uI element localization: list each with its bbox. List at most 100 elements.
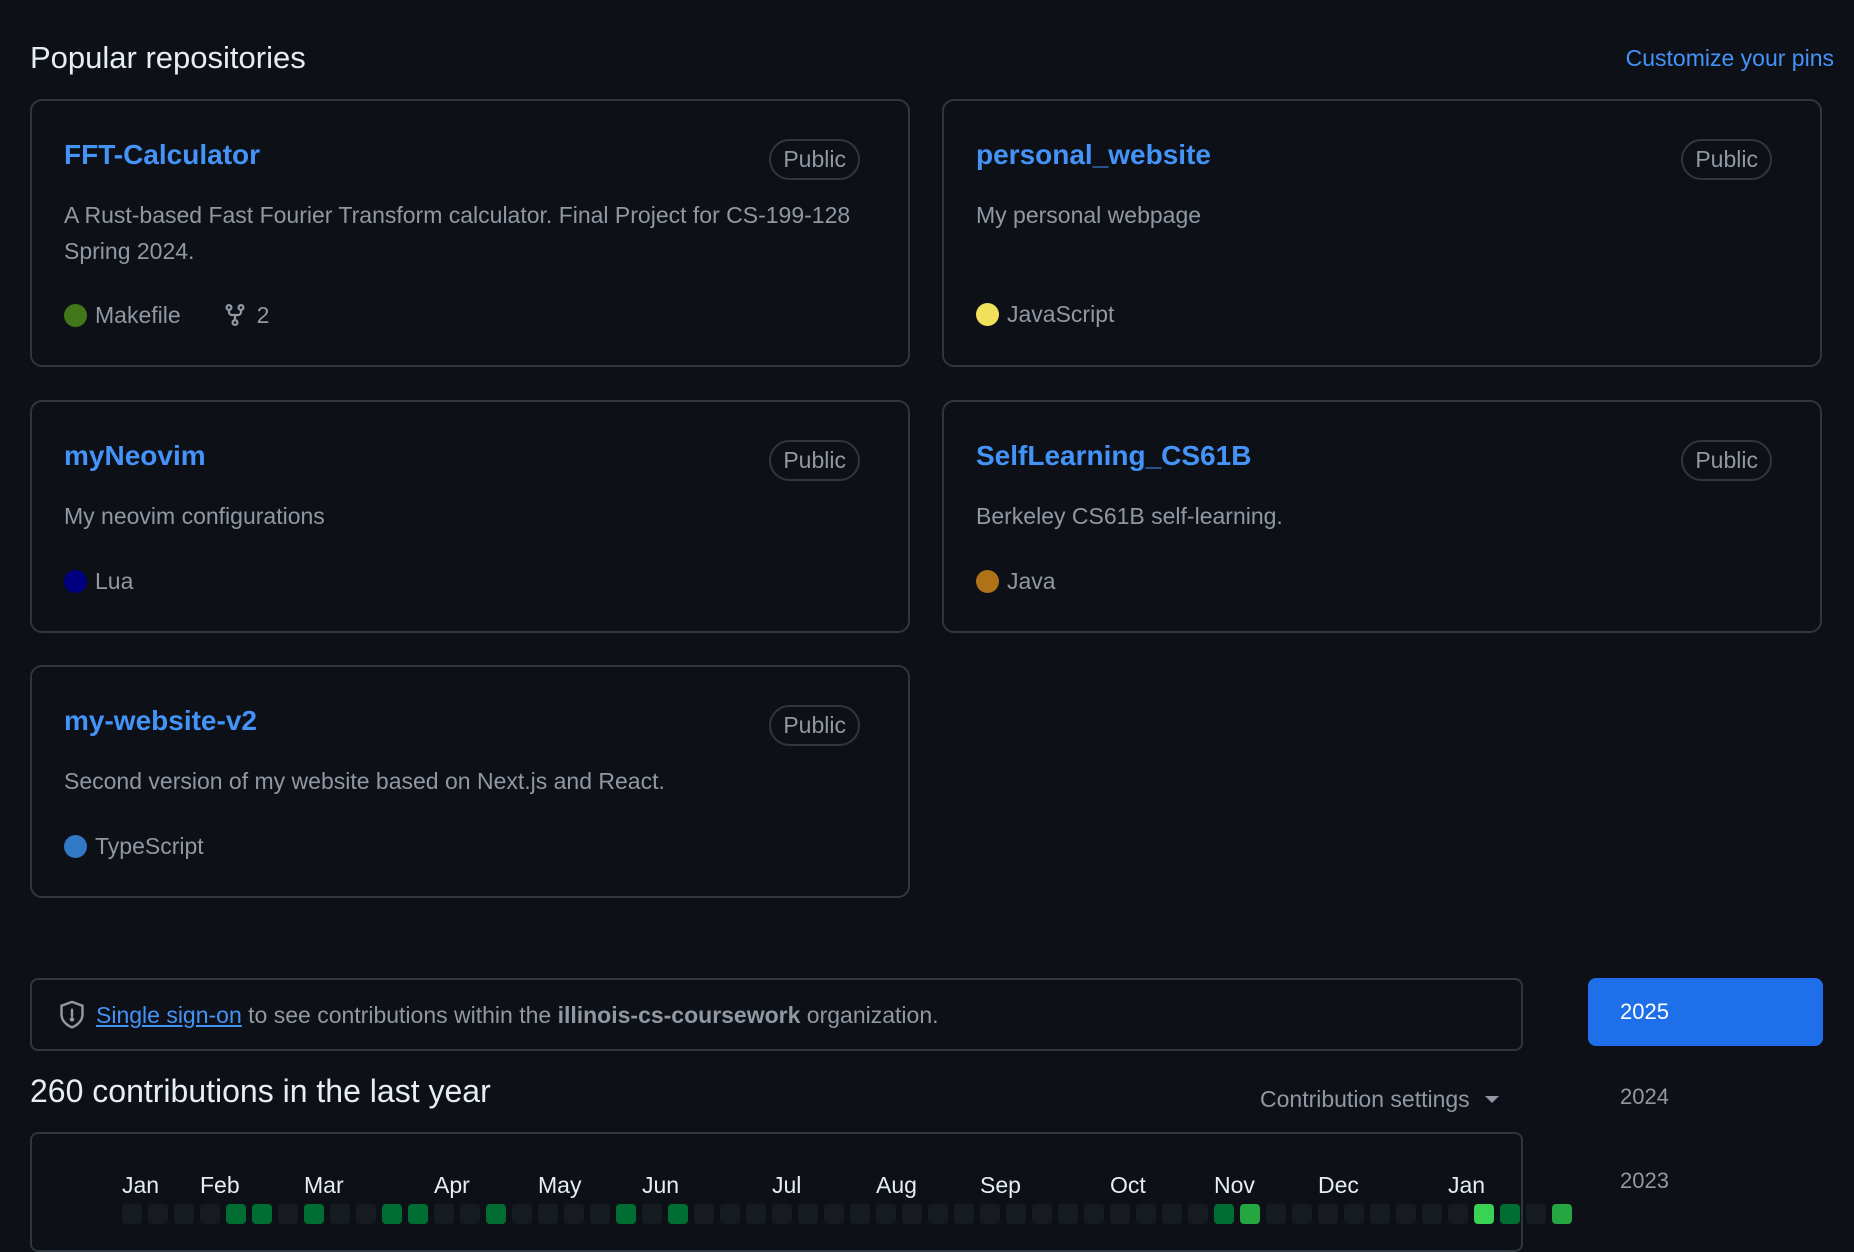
contribution-day-cell[interactable] xyxy=(616,1204,636,1224)
language-color-dot xyxy=(64,570,87,593)
contribution-day-cell[interactable] xyxy=(148,1204,168,1224)
repo-name-link[interactable]: myNeovim xyxy=(64,440,206,472)
repo-meta: TypeScript xyxy=(64,833,204,860)
repo-language: Makefile xyxy=(95,301,181,328)
contribution-day-cell[interactable] xyxy=(304,1204,324,1224)
year-button-2025[interactable]: 2025 xyxy=(1588,978,1823,1046)
contribution-day-cell[interactable] xyxy=(512,1204,532,1224)
contribution-day-cell[interactable] xyxy=(772,1204,792,1224)
contribution-day-cell[interactable] xyxy=(408,1204,428,1224)
contribution-day-cell[interactable] xyxy=(850,1204,870,1224)
contribution-day-cell[interactable] xyxy=(720,1204,740,1224)
contribution-day-cell[interactable] xyxy=(1214,1204,1234,1224)
contribution-settings-dropdown[interactable]: Contribution settings xyxy=(1260,1086,1500,1113)
contribution-day-cell[interactable] xyxy=(798,1204,818,1224)
repo-language: JavaScript xyxy=(1007,301,1115,327)
contribution-day-cell[interactable] xyxy=(1084,1204,1104,1224)
contribution-day-cell[interactable] xyxy=(174,1204,194,1224)
contribution-day-cell[interactable] xyxy=(1552,1204,1572,1224)
repo-name-link[interactable]: personal_website xyxy=(976,139,1211,171)
contribution-day-cell[interactable] xyxy=(1474,1204,1494,1224)
contribution-day-cell[interactable] xyxy=(1526,1204,1546,1224)
repo-meta: Java xyxy=(976,568,1056,595)
contribution-day-cell[interactable] xyxy=(668,1204,688,1224)
contribution-day-cell[interactable] xyxy=(1422,1204,1442,1224)
fork-icon xyxy=(225,303,245,327)
contribution-day-cell[interactable] xyxy=(1110,1204,1130,1224)
contribution-day-cell[interactable] xyxy=(1240,1204,1260,1224)
sso-message: Single sign-on to see contributions with… xyxy=(96,1002,939,1029)
month-label: Apr xyxy=(434,1172,470,1198)
month-label: Nov xyxy=(1214,1172,1255,1198)
contribution-day-cell[interactable] xyxy=(122,1204,142,1224)
visibility-badge: Public xyxy=(769,139,860,180)
contribution-day-cell[interactable] xyxy=(434,1204,454,1224)
contribution-day-cell[interactable] xyxy=(1136,1204,1156,1224)
month-label: Aug xyxy=(876,1172,917,1198)
contribution-day-cell[interactable] xyxy=(460,1204,480,1224)
contribution-day-cell[interactable] xyxy=(876,1204,896,1224)
contribution-day-cell[interactable] xyxy=(928,1204,948,1224)
repo-card: personal_website Public My personal webp… xyxy=(942,99,1822,367)
month-label: Sep xyxy=(980,1172,1021,1198)
repo-name-link[interactable]: FFT-Calculator xyxy=(64,139,260,171)
contribution-day-cell[interactable] xyxy=(746,1204,766,1224)
contribution-settings-label: Contribution settings xyxy=(1260,1086,1470,1112)
repo-name-link[interactable]: SelfLearning_CS61B xyxy=(976,440,1251,472)
contribution-day-cell[interactable] xyxy=(1058,1204,1078,1224)
contribution-day-cell[interactable] xyxy=(1162,1204,1182,1224)
repo-card: myNeovim Public My neovim configurations… xyxy=(30,400,910,633)
contribution-day-cell[interactable] xyxy=(824,1204,844,1224)
contribution-day-cell[interactable] xyxy=(382,1204,402,1224)
contribution-day-cell[interactable] xyxy=(356,1204,376,1224)
shield-icon xyxy=(60,1000,84,1029)
repo-description: My neovim configurations xyxy=(64,503,325,529)
customize-pins-link[interactable]: Customize your pins xyxy=(1626,45,1834,72)
contribution-day-cell[interactable] xyxy=(1032,1204,1052,1224)
contribution-day-cell[interactable] xyxy=(590,1204,610,1224)
repo-card: SelfLearning_CS61B Public Berkeley CS61B… xyxy=(942,400,1822,633)
contribution-day-cell[interactable] xyxy=(1188,1204,1208,1224)
contribution-day-cell[interactable] xyxy=(226,1204,246,1224)
contribution-day-cell[interactable] xyxy=(538,1204,558,1224)
sso-text-before: to see contributions within the xyxy=(241,1002,558,1028)
single-sign-on-link[interactable]: Single sign-on xyxy=(96,1002,242,1028)
month-label: Dec xyxy=(1318,1172,1359,1198)
repo-language: Lua xyxy=(95,568,134,594)
contribution-day-cell[interactable] xyxy=(330,1204,350,1224)
contribution-day-cell[interactable] xyxy=(1396,1204,1416,1224)
contribution-day-cell[interactable] xyxy=(694,1204,714,1224)
contribution-day-cell[interactable] xyxy=(1006,1204,1026,1224)
contribution-day-cell[interactable] xyxy=(642,1204,662,1224)
contribution-day-cell[interactable] xyxy=(980,1204,1000,1224)
language-color-dot xyxy=(64,835,87,858)
contribution-day-cell[interactable] xyxy=(1448,1204,1468,1224)
contribution-day-cell[interactable] xyxy=(200,1204,220,1224)
caret-down-icon xyxy=(1484,1095,1499,1103)
month-label: Mar xyxy=(304,1172,344,1198)
contribution-day-cell[interactable] xyxy=(1500,1204,1520,1224)
year-button-2024[interactable]: 2024 xyxy=(1588,1063,1823,1131)
contribution-day-cell[interactable] xyxy=(252,1204,272,1224)
repo-meta: JavaScript xyxy=(976,301,1114,328)
contribution-day-cell[interactable] xyxy=(902,1204,922,1224)
month-label: May xyxy=(538,1172,582,1198)
forks-link[interactable]: 2 xyxy=(223,301,269,329)
year-button-2023[interactable]: 2023 xyxy=(1588,1147,1823,1215)
month-label: Jan xyxy=(1448,1172,1486,1198)
section-title: Popular repositories xyxy=(30,40,306,75)
contribution-day-cell[interactable] xyxy=(1344,1204,1364,1224)
repo-description: Second version of my website based on Ne… xyxy=(64,768,665,794)
month-label: Feb xyxy=(200,1172,240,1198)
contribution-day-cell[interactable] xyxy=(1266,1204,1286,1224)
repo-name-link[interactable]: my-website-v2 xyxy=(64,705,257,737)
contribution-day-cell[interactable] xyxy=(1318,1204,1338,1224)
contribution-day-cell[interactable] xyxy=(954,1204,974,1224)
contributions-title: 260 contributions in the last year xyxy=(30,1073,491,1109)
sso-org-name: illinois-cs-coursework xyxy=(557,1002,801,1028)
contribution-day-cell[interactable] xyxy=(278,1204,298,1224)
contribution-day-cell[interactable] xyxy=(1370,1204,1390,1224)
contribution-day-cell[interactable] xyxy=(1292,1204,1312,1224)
contribution-day-cell[interactable] xyxy=(486,1204,506,1224)
contribution-day-cell[interactable] xyxy=(564,1204,584,1224)
